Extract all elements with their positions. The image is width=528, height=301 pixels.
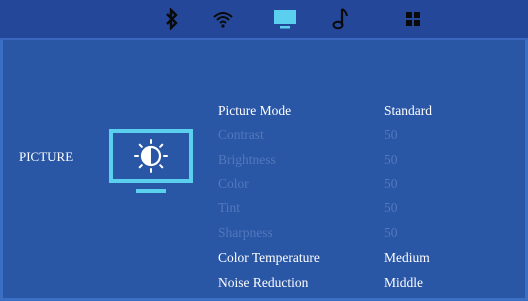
picture-settings-menu: Picture Mode Standard Contrast 50 Bright… (0, 0, 528, 301)
menu-item-value: Medium (384, 250, 430, 265)
menu-item-value: 50 (384, 200, 398, 215)
menu-item-tint: Tint 50 (218, 197, 518, 219)
menu-item-label: Picture Mode (218, 103, 292, 118)
menu-item-value: Middle (384, 275, 423, 290)
menu-item-value: 50 (384, 176, 398, 191)
menu-item-value: 50 (384, 127, 398, 142)
menu-item-noise-reduction[interactable]: Noise Reduction Middle (218, 272, 518, 294)
menu-item-label: Brightness (218, 152, 276, 167)
menu-item-label: Contrast (218, 127, 264, 142)
menu-item-picture-mode[interactable]: Picture Mode Standard (218, 100, 518, 122)
menu-item-label: Color (218, 176, 249, 191)
menu-item-color: Color 50 (218, 173, 518, 195)
menu-item-brightness: Brightness 50 (218, 149, 518, 171)
menu-item-value: Standard (384, 103, 432, 118)
menu-item-label: Tint (218, 200, 241, 215)
menu-item-label: Noise Reduction (218, 275, 309, 290)
menu-item-value: 50 (384, 225, 398, 240)
menu-item-color-temperature[interactable]: Color Temperature Medium (218, 247, 518, 269)
menu-item-sharpness: Sharpness 50 (218, 222, 518, 244)
menu-item-value: 50 (384, 152, 398, 167)
menu-item-label: Sharpness (218, 225, 273, 240)
menu-item-label: Color Temperature (218, 250, 320, 265)
menu-item-contrast: Contrast 50 (218, 124, 518, 146)
